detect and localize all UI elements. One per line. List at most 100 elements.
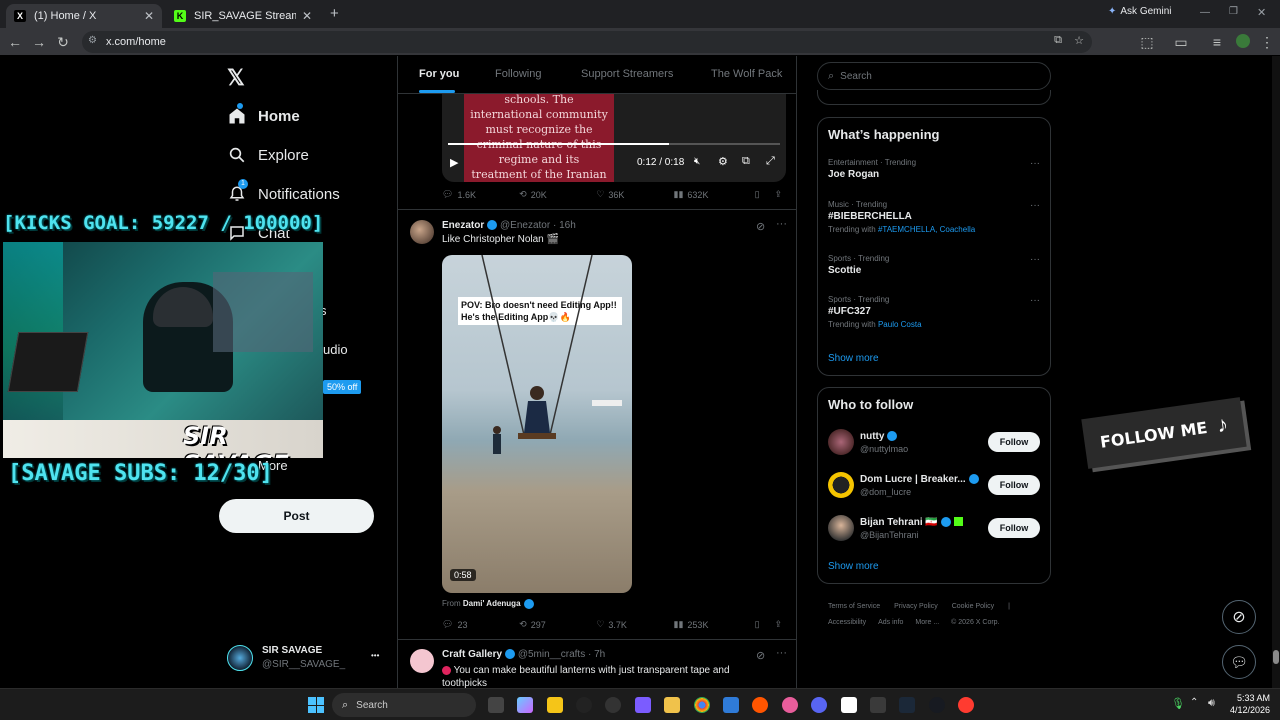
post-time[interactable]: · 16h	[553, 220, 576, 231]
messages-fab-icon[interactable]: 💬︎	[1222, 645, 1256, 679]
bookmark-icon[interactable]: ▯	[755, 189, 775, 200]
extensions-icon[interactable]: ⬚	[1139, 34, 1155, 50]
accessibility-link[interactable]: Accessibility	[828, 615, 866, 631]
trend-item[interactable]: Sports · Trending #UFC327 Trending with …	[828, 295, 1038, 329]
more-link[interactable]: More ...	[915, 615, 939, 631]
more-icon[interactable]: ···	[1030, 295, 1040, 306]
account-switcher[interactable]: SIR SAVAGE @SIR__SAVAGE_ •••	[226, 644, 386, 674]
reload-icon[interactable]: ↻	[55, 34, 71, 50]
side-panel-icon[interactable]: ▭	[1173, 34, 1189, 50]
app-icon[interactable]	[605, 697, 621, 713]
more-icon[interactable]: ···	[1030, 254, 1040, 265]
fullscreen-icon[interactable]: ⤢	[766, 155, 775, 168]
task-view-icon[interactable]	[488, 697, 504, 713]
avatar[interactable]	[410, 649, 434, 673]
trend-item[interactable]: Entertainment · Trending Joe Rogan	[828, 158, 1038, 180]
share-icon[interactable]: ⇪	[774, 619, 782, 630]
close-tab-icon[interactable]: ✕	[302, 9, 312, 23]
post-button[interactable]: Post	[219, 499, 374, 533]
app-icon[interactable]	[635, 697, 651, 713]
follow-button[interactable]: Follow	[988, 518, 1040, 538]
x-logo-icon[interactable]: 𝕏	[227, 65, 245, 91]
minimize-icon[interactable]: —	[1200, 7, 1210, 18]
like-button[interactable]: ♡ 36K	[596, 189, 673, 200]
volume-icon[interactable]: 🔊︎	[1208, 697, 1215, 710]
tab-following[interactable]: Following	[495, 68, 541, 80]
app-icon[interactable]	[870, 697, 886, 713]
tab-x-home[interactable]: X (1) Home / X ✕	[6, 4, 162, 28]
more-icon[interactable]: ···	[1030, 200, 1040, 211]
share-icon[interactable]: ⇪	[774, 189, 782, 200]
copilot-icon[interactable]	[517, 697, 533, 713]
show-more-link[interactable]: Show more	[828, 561, 879, 572]
repost-button[interactable]: ⟲ 297	[519, 619, 596, 630]
chrome-icon[interactable]	[694, 697, 710, 713]
follow-button[interactable]: Follow	[988, 432, 1040, 452]
nav-partial-label[interactable]: udio	[323, 342, 348, 357]
chrome-menu-icon[interactable]: ⋮	[1259, 34, 1275, 50]
forward-icon[interactable]: →	[31, 34, 47, 50]
follow-suggestion[interactable]: Bijan Tehrani 🇮🇷 @BijanTehrani Follow	[828, 512, 1040, 544]
url-bar[interactable]: ⚙ x.com/home ⧉ ☆	[82, 31, 1092, 53]
trend-item[interactable]: Sports · Trending Scottie	[828, 254, 1038, 276]
grok-icon[interactable]: ⊘	[756, 649, 765, 662]
search-bar[interactable]: ⌕ Search	[817, 62, 1051, 90]
author-handle[interactable]: @5min__crafts	[518, 649, 585, 660]
clock[interactable]: 5:33 AM 4/12/2026	[1226, 692, 1270, 716]
bookmark-icon[interactable]: ▯	[755, 619, 775, 630]
media-controls-icon[interactable]: ≡	[1209, 34, 1225, 50]
mute-icon[interactable]: 🔇︎	[694, 156, 700, 167]
install-app-icon[interactable]: ⧉	[1054, 34, 1062, 47]
restore-icon[interactable]: ❐	[1229, 6, 1238, 17]
grok-fab-icon[interactable]: ⊘	[1222, 600, 1256, 634]
follow-suggestion[interactable]: nutty @nuttylmao Follow	[828, 426, 1040, 458]
app-icon[interactable]	[723, 697, 739, 713]
app-icon[interactable]	[782, 697, 798, 713]
trend-links[interactable]: Paulo Costa	[878, 320, 922, 329]
file-explorer-icon[interactable]	[547, 697, 563, 713]
views-button[interactable]: ▮▮ 632K	[674, 189, 755, 200]
nav-notifications[interactable]: Notifications 1	[226, 179, 340, 205]
privacy-link[interactable]: Privacy Policy	[894, 599, 938, 615]
ask-gemini-button[interactable]: ✦ Ask Gemini	[1108, 6, 1172, 17]
new-tab-button[interactable]: +	[330, 5, 339, 22]
author-name[interactable]: Enezator	[442, 220, 484, 231]
reply-button[interactable]: 💬︎ 23	[442, 619, 519, 630]
trend-links[interactable]: #TAEMCHELLA, Coachella	[878, 225, 975, 234]
app-icon[interactable]	[958, 697, 974, 713]
discord-icon[interactable]	[811, 697, 827, 713]
site-info-icon[interactable]: ⚙	[88, 35, 97, 46]
more-icon[interactable]: ···	[776, 647, 787, 659]
tab-support-streamers[interactable]: Support Streamers	[581, 68, 673, 80]
nav-home[interactable]: Home	[226, 103, 300, 127]
app-icon[interactable]	[576, 697, 592, 713]
windows-start-icon[interactable]	[308, 697, 324, 713]
more-icon[interactable]: ···	[1030, 158, 1040, 169]
grok-icon[interactable]: ⊘	[756, 220, 765, 233]
microphone-icon[interactable]: 🎙︎	[1171, 697, 1185, 710]
avatar[interactable]	[410, 220, 434, 244]
app-icon[interactable]	[664, 697, 680, 713]
play-icon[interactable]: ▶	[450, 156, 458, 169]
video-thumbnail[interactable]: POV: Bro doesn't need Editing App!! He's…	[442, 255, 632, 593]
follow-suggestion[interactable]: Dom Lucre | Breaker... @dom_lucre Follow	[828, 469, 1040, 501]
like-button[interactable]: ♡ 3.7K	[596, 619, 673, 630]
settings-icon[interactable]: ⚙	[718, 155, 728, 168]
pip-icon[interactable]: ⧉	[742, 155, 750, 168]
reply-button[interactable]: 💬︎ 1.6K	[442, 189, 519, 200]
video-progress-track[interactable]	[448, 143, 780, 145]
tab-kick-stream[interactable]: K SIR_SAVAGE Stream - Watch Li ✕	[166, 4, 320, 28]
trend-item[interactable]: Music · Trending #BIEBERCHELLA Trending …	[828, 200, 1038, 234]
scrollbar-thumb[interactable]	[1273, 650, 1279, 664]
scrollbar[interactable]	[1272, 56, 1280, 688]
bookmark-star-icon[interactable]: ☆	[1074, 34, 1084, 47]
soundcloud-icon[interactable]	[752, 697, 768, 713]
app-icon[interactable]	[899, 697, 915, 713]
capcut-icon[interactable]	[841, 697, 857, 713]
show-more-link[interactable]: Show more	[828, 353, 879, 364]
author-name[interactable]: Craft Gallery	[442, 649, 502, 660]
tab-for-you[interactable]: For you	[419, 68, 459, 80]
views-button[interactable]: ▮▮ 253K	[674, 619, 755, 630]
cookie-link[interactable]: Cookie Policy	[952, 599, 994, 615]
steam-icon[interactable]	[929, 697, 945, 713]
